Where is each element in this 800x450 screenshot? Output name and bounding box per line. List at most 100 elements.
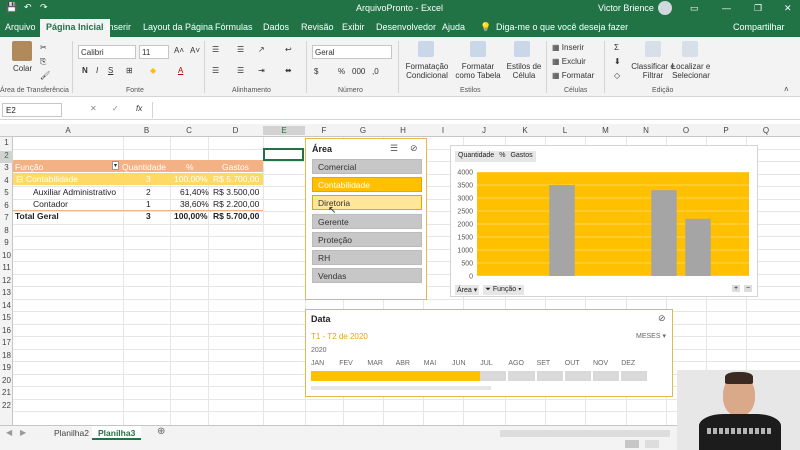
collapse-ribbon-icon[interactable]: ˄ <box>784 85 789 94</box>
copy-icon[interactable]: ⎘ <box>40 57 46 67</box>
sheet-tab-planilha2[interactable]: Planilha2 <box>48 426 96 440</box>
find-select-label[interactable]: Localizar e Selecionar <box>668 62 714 80</box>
axis-button-area[interactable]: Área ▾ <box>455 285 480 295</box>
collapse-icon[interactable]: ⊟ <box>16 174 23 185</box>
column-header[interactable]: O <box>666 126 706 135</box>
name-box[interactable]: E2 <box>2 103 62 117</box>
row-header[interactable]: 16 <box>0 326 13 338</box>
row-header[interactable]: 12 <box>0 276 13 288</box>
italic-icon[interactable]: I <box>96 66 98 75</box>
clear-filter-icon[interactable]: ⊘ <box>410 143 418 154</box>
format-table-icon[interactable] <box>470 41 486 57</box>
comma-icon[interactable]: 000 <box>352 67 365 76</box>
slicer-item[interactable]: Contabilidade <box>312 177 422 193</box>
normal-view-icon[interactable] <box>625 440 639 448</box>
timeline-month-segment[interactable] <box>593 371 620 381</box>
shrink-font-icon[interactable]: A˅ <box>190 46 200 55</box>
column-header[interactable]: B <box>123 126 170 135</box>
prev-sheet-icon[interactable]: ◀ <box>6 428 12 437</box>
chart-field-buttons[interactable]: Quantidade% Gastos <box>455 151 536 162</box>
column-header[interactable]: H <box>383 126 423 135</box>
align-top-icon[interactable]: ☰ <box>212 45 219 54</box>
timeline-scrollbar[interactable] <box>311 386 491 390</box>
timeline-month-label[interactable]: JUN <box>452 360 466 367</box>
close-icon[interactable]: ✕ <box>784 3 792 14</box>
align-center-icon[interactable]: ☰ <box>237 66 244 75</box>
maximize-icon[interactable]: ❐ <box>754 3 762 14</box>
tab-revisao[interactable]: Revisão <box>301 22 334 32</box>
timeline-month-segment[interactable] <box>311 371 340 381</box>
next-sheet-icon[interactable]: ▶ <box>20 428 26 437</box>
share-button[interactable]: Compartilhar <box>733 22 785 32</box>
timeline-month-segment[interactable] <box>423 371 452 381</box>
timeline-month-label[interactable]: MAI <box>424 360 436 367</box>
timeline-month-segment[interactable] <box>480 371 507 381</box>
column-header[interactable]: I <box>423 126 463 135</box>
indent-icon[interactable]: ⇥ <box>258 66 265 75</box>
number-format-select[interactable]: Geral <box>312 45 392 59</box>
add-sheet-icon[interactable]: ⊕ <box>157 426 165 437</box>
timeline-month-segment[interactable] <box>367 371 396 381</box>
percent-icon[interactable]: % <box>338 67 345 76</box>
timeline-month-label[interactable]: SET <box>537 360 551 367</box>
chart-bar[interactable] <box>549 185 575 276</box>
timeline-month-segment[interactable] <box>395 371 424 381</box>
wrap-text-icon[interactable]: ↩ <box>285 45 292 54</box>
column-header[interactable]: A <box>13 126 123 135</box>
cell-styles-label[interactable]: Estilos de Célula <box>506 62 542 80</box>
column-header[interactable]: J <box>463 126 505 135</box>
row-header[interactable]: 3 <box>0 163 13 175</box>
column-header[interactable]: K <box>505 126 545 135</box>
column-header[interactable]: E <box>263 126 305 135</box>
sheet-tab-planilha3[interactable]: Planilha3 <box>92 426 142 440</box>
align-left-icon[interactable]: ☰ <box>212 66 219 75</box>
clear-icon[interactable]: ◇ <box>614 71 620 80</box>
function-icon[interactable]: fx <box>136 104 142 113</box>
chart-field-button[interactable]: Quantidade <box>458 152 494 161</box>
row-header[interactable]: 15 <box>0 313 13 325</box>
cancel-icon[interactable]: ✕ <box>90 104 97 113</box>
format-cells-button[interactable]: ▦ Formatar <box>552 71 594 80</box>
fill-icon[interactable]: ⬇ <box>614 57 621 66</box>
row-header[interactable]: 9 <box>0 238 13 250</box>
timeline-month-label[interactable]: AGO <box>508 360 524 367</box>
font-size-select[interactable]: 11 <box>139 45 169 59</box>
row-header[interactable]: 22 <box>0 401 13 413</box>
timeline-month-segment[interactable] <box>621 371 648 381</box>
row-header[interactable]: 21 <box>0 388 13 400</box>
bold-icon[interactable]: N <box>82 66 88 75</box>
column-header[interactable]: F <box>305 126 343 135</box>
area-slicer[interactable]: Área ☰ ⊘ Comercial Contabilidade Diretoria… <box>305 138 427 300</box>
align-middle-icon[interactable]: ☰ <box>237 45 244 54</box>
row-header[interactable]: 1 <box>0 138 13 150</box>
font-name-select[interactable]: Calibri <box>78 45 136 59</box>
tab-pagina-inicial[interactable]: Página Inicial <box>40 19 110 37</box>
timeline-month-label[interactable]: JAN <box>311 360 324 367</box>
horizontal-scrollbar[interactable] <box>500 430 670 437</box>
minimize-icon[interactable]: — <box>722 3 731 13</box>
row-header[interactable]: 2 <box>0 150 13 163</box>
chart-field-button[interactable]: % <box>499 152 505 161</box>
ribbon-display-icon[interactable]: ▭ <box>690 3 699 14</box>
row-header[interactable]: 17 <box>0 338 13 350</box>
cond-format-label[interactable]: Formatação Condicional <box>404 62 450 80</box>
timeline-month-label[interactable]: NOV <box>593 360 608 367</box>
timeline-month-label[interactable]: OUT <box>565 360 580 367</box>
undo-icon[interactable]: ↶ <box>24 2 32 13</box>
timeline-month-segment[interactable] <box>564 371 591 381</box>
format-painter-icon[interactable]: 🖌 <box>40 71 50 80</box>
avatar[interactable] <box>658 1 672 15</box>
pivot-chart[interactable]: Quantidade% Gastos 4000 3500 3000 2500 2000 15… <box>450 145 758 297</box>
decimal-icon[interactable]: ,0 <box>372 67 379 76</box>
column-header[interactable]: N <box>626 126 666 135</box>
column-header[interactable]: C <box>170 126 208 135</box>
row-header[interactable]: 10 <box>0 251 13 263</box>
merge-icon[interactable]: ⬌ <box>285 66 292 75</box>
timeline-month-segment[interactable] <box>339 371 368 381</box>
slicer-item[interactable]: RH <box>312 250 422 265</box>
font-color-icon[interactable]: A <box>178 66 183 75</box>
row-header[interactable]: 8 <box>0 226 13 238</box>
timeline-month-segment[interactable] <box>452 371 481 381</box>
fill-color-icon[interactable]: ◆ <box>150 66 156 75</box>
selected-cell[interactable] <box>263 148 304 161</box>
